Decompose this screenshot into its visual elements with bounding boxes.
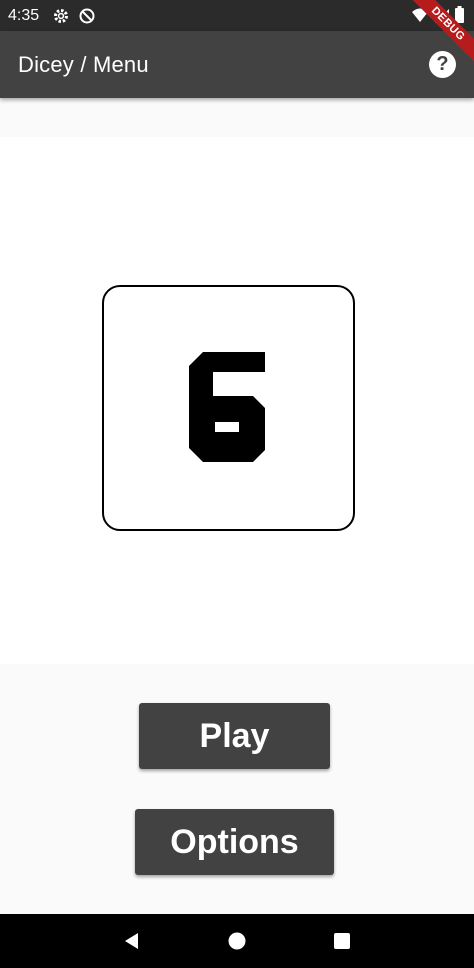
status-bar: 4:35 (0, 0, 474, 31)
navigation-bar (0, 914, 474, 968)
die-face[interactable]: 6 (102, 285, 355, 531)
help-icon: ? (436, 53, 449, 75)
recents-icon[interactable] (322, 921, 362, 961)
die-digit-six (188, 352, 265, 462)
play-button[interactable]: Play (139, 703, 330, 769)
gear-icon (53, 8, 69, 24)
do-not-disturb-icon (79, 8, 95, 24)
page-title: Dicey / Menu (18, 51, 149, 77)
home-icon[interactable] (217, 921, 257, 961)
dice-panel: 6 (0, 137, 474, 664)
help-button[interactable]: ? (429, 51, 456, 78)
status-time: 4:35 (8, 6, 40, 24)
options-button[interactable]: Options (135, 809, 334, 875)
app-bar: Dicey / Menu ? (0, 31, 474, 98)
back-icon[interactable] (112, 921, 152, 961)
